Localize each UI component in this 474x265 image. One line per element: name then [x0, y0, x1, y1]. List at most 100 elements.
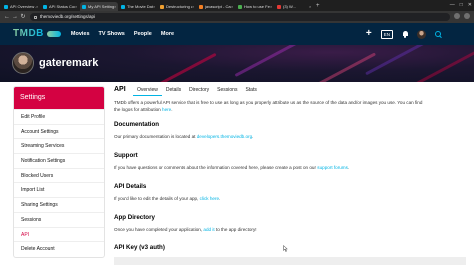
reload-icon[interactable]: ↻	[19, 11, 27, 23]
mouse-cursor-icon	[283, 245, 288, 252]
extension-icons	[454, 13, 470, 19]
browser-tab[interactable]: (3) W... ×	[275, 2, 313, 11]
tab-sessions[interactable]: Sessions	[213, 85, 241, 96]
tmdb-logo[interactable]: TMDB	[13, 28, 61, 40]
tab-close-icon[interactable]: ×	[309, 4, 313, 9]
extension-icon[interactable]	[454, 13, 460, 19]
tab-close-icon[interactable]: ×	[75, 4, 79, 9]
sidebar-item-delete-account[interactable]: Delete Account	[14, 241, 104, 256]
page-title: API	[114, 86, 126, 93]
tab-favicon-icon	[43, 4, 47, 9]
app-directory-heading: App Directory	[114, 214, 155, 221]
sidebar-item-sharing-settings[interactable]: Sharing Settings	[14, 197, 104, 212]
tab-favicon-icon	[121, 4, 125, 9]
browser-tab[interactable]: How to use Fetc×	[236, 2, 274, 11]
tab-title: How to use Fetc	[244, 4, 270, 9]
intro-paragraph: TMDb offers a powerful API service that …	[114, 100, 466, 113]
app-directory-text: Once you have completed your application…	[114, 227, 203, 232]
sidebar-menu: Edit Profile Account Settings Streaming Se…	[14, 109, 104, 256]
sidebar-item-streaming-services[interactable]: Streaming Services	[14, 138, 104, 153]
tab-favicon-icon	[199, 4, 203, 9]
sidebar-item-sessions[interactable]: Sessions	[14, 211, 104, 227]
tab-close-icon[interactable]: ×	[231, 4, 235, 9]
documentation-end: .	[252, 134, 254, 139]
tab-favicon-icon	[82, 4, 86, 9]
api-details-paragraph: If you'd like to edit the details of you…	[114, 196, 466, 203]
tab-title: API Overview —	[10, 4, 36, 9]
app-directory-end: to the app directory!	[215, 227, 257, 232]
support-forums-link[interactable]: support forums	[317, 165, 348, 170]
nav-more[interactable]: More	[161, 23, 174, 45]
nav-movies[interactable]: Movies	[71, 23, 90, 45]
add-icon[interactable]: +	[366, 23, 372, 45]
sidebar-item-api[interactable]: API	[14, 226, 104, 242]
url-input[interactable]: themoviedb.org/settings/api	[30, 13, 450, 21]
banner-stripe	[413, 50, 474, 82]
sidebar-item-blocked-users[interactable]: Blocked Users	[14, 167, 104, 183]
nav-tv-shows[interactable]: TV Shows	[99, 23, 125, 45]
search-icon[interactable]	[435, 31, 441, 37]
tab-favicon-icon	[160, 4, 164, 9]
nav-people[interactable]: People	[134, 23, 152, 45]
window-controls: — □ ✕	[450, 1, 472, 9]
profile-username[interactable]: gateremark	[39, 56, 98, 70]
tab-favicon-icon	[277, 4, 281, 9]
sidebar-item-import-list[interactable]: Import List	[14, 182, 104, 197]
add-to-directory-link[interactable]: add it	[203, 227, 214, 232]
maximize-icon[interactable]: □	[460, 1, 463, 9]
browser-tab[interactable]: Destructuring a ×	[158, 2, 196, 11]
minimize-icon[interactable]: —	[450, 1, 455, 9]
sidebar-item-notification-settings[interactable]: Notification Settings	[14, 153, 104, 168]
tab-overview[interactable]: Overview	[133, 85, 162, 96]
tab-directory[interactable]: Directory	[185, 85, 213, 96]
documentation-text: Our primary documentation is located at	[114, 134, 196, 139]
settings-sidebar: Settings Edit Profile Account Settings Str…	[13, 86, 105, 258]
notifications-bell-icon[interactable]	[402, 30, 408, 38]
tab-details[interactable]: Details	[162, 85, 185, 96]
tab-close-icon[interactable]: ×	[192, 4, 196, 9]
profile-avatar[interactable]	[12, 52, 34, 74]
browser-tab[interactable]: API Status Codes×	[41, 2, 79, 11]
tab-close-icon[interactable]: ×	[270, 4, 274, 9]
sidebar-item-edit-profile[interactable]: Edit Profile	[14, 109, 104, 124]
banner-stripe	[153, 52, 217, 82]
language-button[interactable]: EN	[380, 29, 393, 39]
browser-tab-strip: API Overview —×API Status Codes×My API S…	[0, 0, 474, 11]
forward-icon[interactable]: →	[11, 11, 19, 23]
site-navbar: TMDB Movies TV Shows People More + EN	[0, 23, 474, 45]
user-avatar[interactable]	[417, 29, 426, 39]
lock-icon	[34, 15, 37, 19]
address-bar: ← → ↻ themoviedb.org/settings/api	[0, 11, 474, 23]
tab-close-icon[interactable]: ×	[153, 4, 157, 9]
support-end: .	[347, 165, 350, 170]
api-settings-panel: API Overview Details Directory Sessions Stat…	[114, 85, 470, 265]
api-key-field[interactable]	[114, 257, 466, 265]
browser-tab[interactable]: javascript - Can ×	[197, 2, 235, 11]
sidebar-item-account-settings[interactable]: Account Settings	[14, 123, 104, 139]
banner-stripe	[234, 45, 316, 77]
documentation-link[interactable]: developers.themoviedb.org	[197, 134, 252, 139]
logo-text: TMDB	[13, 28, 44, 39]
documentation-heading: Documentation	[114, 121, 160, 128]
browser-tab[interactable]: The Movie Datab×	[119, 2, 157, 11]
edit-app-link[interactable]: click here	[200, 196, 219, 201]
tab-close-icon[interactable]: ×	[114, 4, 118, 9]
app-directory-paragraph: Once you have completed your application…	[114, 227, 466, 234]
new-tab-icon[interactable]: +	[316, 2, 320, 11]
tab-title: Destructuring a	[166, 4, 192, 9]
tab-stats[interactable]: Stats	[241, 85, 260, 96]
api-details-end: .	[219, 196, 221, 201]
api-key-heading: API Key (v3 auth)	[114, 244, 165, 251]
close-icon[interactable]: ✕	[468, 1, 472, 9]
profile-banner: gateremark	[0, 45, 474, 82]
profile-icon[interactable]	[464, 13, 470, 19]
tab-title: javascript - Can	[205, 4, 231, 9]
back-icon[interactable]: ←	[3, 11, 11, 23]
tab-title: (3) W...	[283, 4, 296, 9]
browser-tab[interactable]: API Overview —×	[2, 2, 40, 11]
main-menu: Movies TV Shows People More	[71, 23, 174, 45]
browser-tab[interactable]: My API Settings ×	[80, 2, 118, 11]
logos-link[interactable]: here	[162, 107, 171, 112]
url-text: themoviedb.org/settings/api	[40, 14, 96, 19]
tab-close-icon[interactable]: ×	[36, 4, 40, 9]
